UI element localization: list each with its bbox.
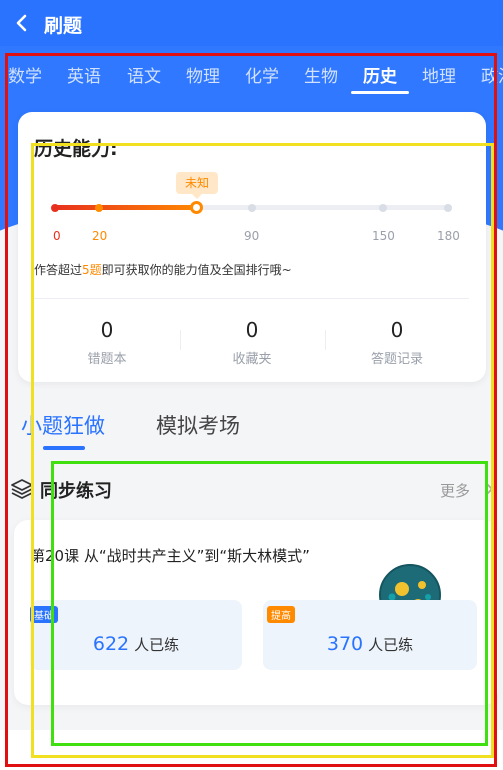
level-basic[interactable]: 基础 622 人已练 [30,600,242,670]
tab-mock-exam[interactable]: 模拟考场 [156,410,240,440]
scale-tick-90: 90 [244,229,260,243]
mode-tab-indicator [43,446,85,450]
level-count-number: 370 [326,633,364,655]
scale-tick-20: 20 [92,229,108,243]
ability-progress-track [51,203,452,212]
stat-label: 答题记录 [370,352,423,367]
more-link[interactable]: 更多 [440,480,470,501]
stat-wrong-book[interactable]: 0 错题本 [37,318,177,367]
top-bar: 刷题 [0,0,503,46]
tab-biology[interactable]: 生物 [304,62,338,87]
stat-count: 0 [100,318,114,342]
ability-progress-fill [53,205,202,210]
level-count-number: 622 [92,633,130,655]
scale-dot-20 [95,203,103,212]
sync-practice-header: 同步练习 更多 [10,476,503,504]
tab-english[interactable]: 英语 [67,62,101,87]
layers-icon [11,479,33,499]
active-tab-indicator [351,91,409,94]
scale-dot-180 [444,203,452,212]
level-count: 370 人已练 [263,633,477,655]
scale-dot-90 [248,203,256,212]
stat-favorites[interactable]: 0 收藏夹 [182,318,322,367]
stat-answer-records[interactable]: 0 答题记录 [327,318,467,367]
level-advanced[interactable]: 提高 370 人已练 [263,600,477,670]
lesson-title[interactable]: 第20课 从“战时共产主义”到“斯大林模式” [30,545,310,566]
section-title: 同步练习 [40,481,112,502]
tab-quick-practice[interactable]: 小题狂做 [21,410,105,440]
card-divider [34,298,469,299]
ability-progress-knob [190,201,203,214]
subject-tab-bar: 数学 英语 语文 物理 化学 生物 历史 地理 政治 [0,58,503,98]
ability-title: 历史能力: [34,138,118,160]
ability-hint: 作答超过5题即可获取你的能力值及全国排行哦~ [34,261,292,278]
tab-politics[interactable]: 政治 [481,62,503,87]
scale-tick-150: 150 [372,229,395,243]
stat-separator [325,330,326,350]
stat-count: 0 [390,318,404,342]
status-tip: 未知 [176,172,218,199]
page-title: 刷题 [44,15,83,37]
tab-physics[interactable]: 物理 [186,62,220,87]
level-count-unit: 人已练 [368,636,414,654]
tab-math[interactable]: 数学 [8,62,42,87]
level-count: 622 人已练 [30,633,242,655]
scale-tick-180: 180 [437,229,460,243]
hint-prefix: 作答超过 [34,263,83,277]
level-badge: 提高 [267,606,295,623]
stat-count: 0 [245,318,259,342]
hint-suffix: 即可获取你的能力值及全国排行哦~ [101,263,292,277]
hint-highlight: 5题 [82,263,102,277]
tab-geography[interactable]: 地理 [422,62,456,87]
back-icon[interactable] [12,13,32,33]
stat-label: 收藏夹 [232,352,272,367]
scale-tick-0: 0 [53,229,61,243]
bottom-area [0,730,503,770]
tab-history[interactable]: 历史 [363,62,397,87]
stat-separator [180,330,181,350]
level-count-unit: 人已练 [134,636,180,654]
chevron-right-icon[interactable] [485,482,495,496]
tab-chemistry[interactable]: 化学 [245,62,279,87]
scale-dot-0 [51,203,59,212]
tab-chinese[interactable]: 语文 [127,62,161,87]
stat-label: 错题本 [87,352,127,367]
scale-dot-150 [379,203,387,212]
level-badge: 基础 [30,606,58,623]
